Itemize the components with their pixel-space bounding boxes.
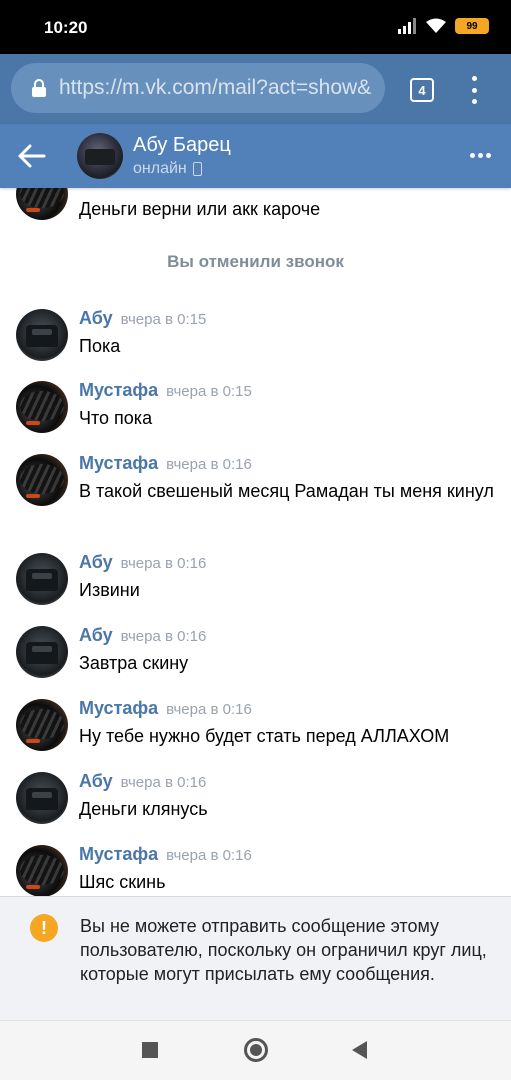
- tab-count: 4: [418, 82, 426, 98]
- avatar[interactable]: [16, 553, 68, 605]
- back-icon[interactable]: [352, 1041, 367, 1059]
- avatar[interactable]: [16, 845, 68, 896]
- message-text: В такой свешеный месяц Рамадан ты меня к…: [79, 481, 494, 501]
- message-time: вчера в 0:16: [166, 456, 252, 473]
- message-text: Деньги клянусь: [79, 799, 208, 819]
- contact-status: онлайн: [133, 160, 202, 178]
- avatar[interactable]: [16, 772, 68, 824]
- author-name[interactable]: Мустафа: [79, 453, 158, 473]
- system-nav-bar: [0, 1020, 511, 1080]
- message-text: Пока: [79, 336, 121, 356]
- restriction-notice: ! Вы не можете отправить сообщение этому…: [0, 896, 511, 1020]
- warning-icon: !: [30, 914, 58, 942]
- more-dot-icon: [470, 153, 475, 158]
- message-author[interactable]: Мустафа вчера в 0:16: [79, 453, 252, 474]
- home-icon[interactable]: [244, 1038, 268, 1062]
- message-time: вчера в 0:15: [166, 383, 252, 400]
- battery-level: 99: [466, 20, 478, 32]
- contact-name[interactable]: Абу Барец: [133, 134, 231, 157]
- message-time: вчера в 0:16: [120, 628, 207, 645]
- message-time: вчера в 0:16: [120, 774, 207, 791]
- notice-text: Вы не можете отправить сообщение этому п…: [80, 916, 487, 984]
- message-time: вчера в 0:16: [120, 555, 207, 572]
- message-text: Ну тебе нужно будет стать перед АЛЛАХОМ: [79, 726, 450, 746]
- chat-header: Абу Барец онлайн: [0, 124, 511, 188]
- lock-icon: [32, 79, 46, 97]
- battery-icon: 99: [455, 18, 489, 34]
- status-bar: 10:20 99: [0, 0, 511, 54]
- avatar[interactable]: [16, 381, 68, 433]
- menu-dot-icon: [471, 87, 477, 93]
- message-author[interactable]: Абу вчера в 0:15: [79, 308, 206, 329]
- message-text: Шяс скинь: [79, 872, 166, 892]
- avatar[interactable]: [16, 188, 68, 220]
- message-time: вчера в 0:16: [166, 701, 252, 718]
- message-text: Деньги верни или акк кароче: [79, 199, 321, 219]
- avatar[interactable]: [16, 309, 68, 361]
- header-avatar[interactable]: [77, 133, 123, 179]
- message-text: Что пока: [79, 408, 153, 428]
- message-author[interactable]: Абу вчера в 0:16: [79, 552, 206, 573]
- url-text: https://m.vk.com/mail?act=show&: [59, 76, 372, 99]
- tabs-button[interactable]: 4: [410, 78, 434, 102]
- more-dot-icon: [478, 153, 483, 158]
- browser-menu-button[interactable]: [466, 76, 482, 104]
- mobile-phone-icon: [192, 162, 202, 176]
- browser-toolbar: https://m.vk.com/mail?act=show& 4: [0, 54, 511, 124]
- back-arrow-icon[interactable]: [18, 144, 46, 168]
- author-name[interactable]: Абу: [79, 625, 113, 645]
- message-time: вчера в 0:15: [120, 311, 207, 328]
- author-name[interactable]: Мустафа: [79, 380, 158, 400]
- avatar[interactable]: [16, 626, 68, 678]
- author-name[interactable]: Абу: [79, 308, 113, 328]
- recent-apps-icon[interactable]: [142, 1042, 158, 1058]
- menu-dot-icon: [471, 76, 477, 81]
- address-bar[interactable]: https://m.vk.com/mail?act=show&: [11, 63, 385, 113]
- author-name[interactable]: Мустафа: [79, 844, 158, 864]
- author-name[interactable]: Абу: [79, 552, 113, 572]
- message-author[interactable]: Абу вчера в 0:16: [79, 771, 206, 792]
- author-name[interactable]: Мустафа: [79, 698, 158, 718]
- menu-dot-icon: [471, 99, 477, 104]
- status-icons: 99: [397, 18, 489, 34]
- message-time: вчера в 0:16: [166, 847, 252, 864]
- message-author[interactable]: Мустафа вчера в 0:16: [79, 698, 252, 719]
- message-list[interactable]: Деньги верни или акк кароче Вы отменили …: [0, 188, 511, 896]
- message-author[interactable]: Мустафа вчера в 0:16: [79, 844, 252, 865]
- message-author[interactable]: Абу вчера в 0:16: [79, 625, 206, 646]
- wifi-icon: [426, 18, 446, 33]
- message-text: Извини: [79, 580, 140, 600]
- status-time: 10:20: [44, 18, 88, 37]
- message-author[interactable]: Мустафа вчера в 0:15: [79, 380, 252, 401]
- signal-icon: [398, 18, 416, 34]
- message-text: Завтра скину: [79, 653, 189, 673]
- online-status-label: онлайн: [133, 160, 187, 177]
- more-dot-icon: [486, 153, 491, 158]
- more-options-button[interactable]: [470, 153, 491, 158]
- system-message: Вы отменили звонок: [167, 252, 344, 271]
- author-name[interactable]: Абу: [79, 771, 113, 791]
- avatar[interactable]: [16, 454, 68, 506]
- avatar[interactable]: [16, 699, 68, 751]
